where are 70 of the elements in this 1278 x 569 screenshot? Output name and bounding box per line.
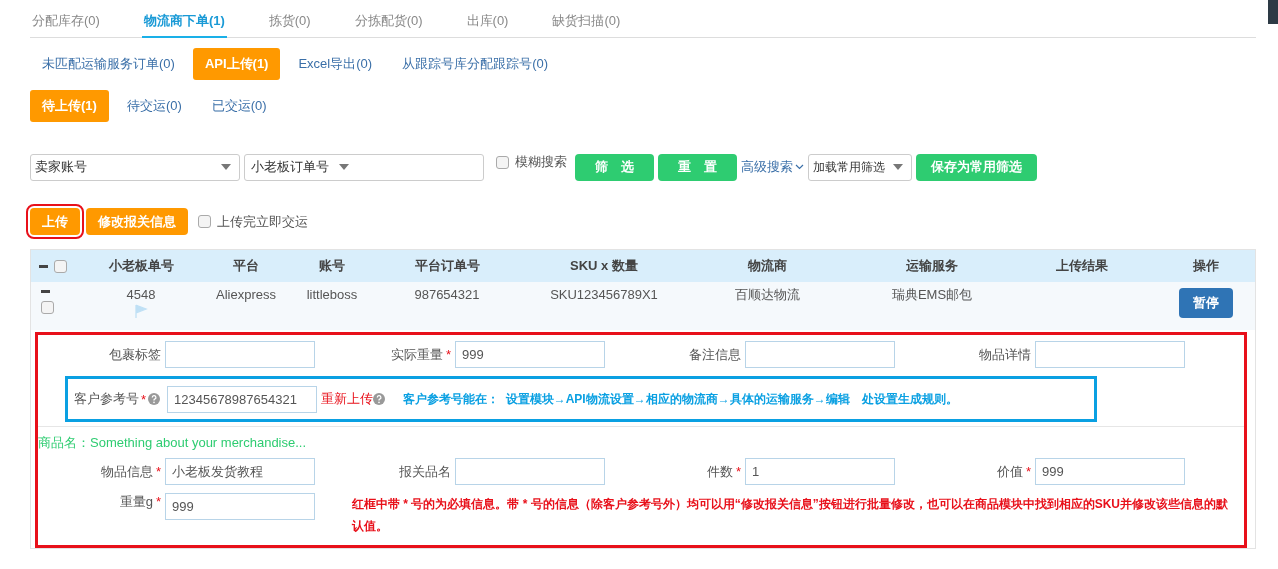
field-label: 备注信息 (688, 345, 742, 364)
input-field[interactable]: 12345678987654321 (167, 385, 317, 413)
tab[interactable]: 物流商下单(1) (141, 12, 227, 38)
column-header: 平台订单号 (413, 257, 481, 275)
help-icon[interactable] (373, 393, 385, 405)
column-header: 平台 (232, 257, 260, 275)
checkbox-label: 模糊搜索 (515, 153, 567, 171)
tab[interactable]: 分拣配货(0) (352, 12, 425, 38)
help-icon[interactable] (148, 393, 160, 405)
tab[interactable]: 未匹配运输服务订单(0) (30, 48, 187, 80)
flag-icon[interactable] (134, 304, 148, 318)
tab[interactable]: 分配库存(0) (30, 12, 102, 38)
caret-icon (893, 164, 903, 170)
column-header: 小老板单号 (107, 257, 175, 275)
checkbox[interactable] (496, 155, 509, 169)
account-select[interactable]: 卖家账号 (30, 153, 240, 181)
table-cell-text: 4548 (125, 286, 157, 304)
column-header: 账号 (318, 257, 346, 275)
product-name: 商品名：Something about your merchandise... (38, 434, 308, 452)
chevron-down-icon (795, 164, 804, 170)
input-field[interactable] (165, 341, 315, 368)
field-label: 件数 * (705, 462, 742, 481)
column-header: SKU x 数量 (569, 257, 639, 275)
tab[interactable]: 拣货(0) (266, 12, 313, 38)
tab[interactable]: 缺货扫描(0) (550, 12, 623, 38)
input-field[interactable] (745, 341, 895, 368)
checkbox[interactable] (198, 215, 211, 228)
field-label: 重量g * (118, 493, 162, 511)
column-header: 运输服务 (905, 257, 959, 275)
tab[interactable]: 已交运(0) (199, 90, 279, 122)
column-header: 操作 (1192, 257, 1220, 275)
input-field[interactable]: 999 (455, 341, 605, 368)
column-header: 物流商 (746, 257, 788, 275)
table-cell-text: 瑞典EMS邮包 (890, 286, 974, 304)
table-cell-text: 百顺达物流 (733, 286, 801, 304)
field-label: 价值 * (995, 462, 1032, 481)
note-text: 红框中带 * 号的为必填信息。带 * 号的信息（除客户参考号外）均可以用“修改报关信息”按钮进行批量修改，也可以在商品模块中找到相应的SKU并修改该些信息的默认值。 (350, 496, 1229, 535)
caret-icon (221, 164, 231, 170)
hint-text: 客户参考号能在： 设置模块→API物流设置→相应的物流商→具体的运输服务→编辑 处设置生成规则。 (403, 390, 958, 408)
table-cell-text: Aliexpress (215, 286, 277, 304)
checkbox[interactable] (41, 301, 54, 314)
column-header: 上传结果 (1055, 257, 1109, 275)
checkbox-label: 上传完立即交运 (217, 212, 308, 231)
tab[interactable]: 待交运(0) (114, 90, 194, 122)
field-label: 客户参考号* (68, 390, 162, 408)
table-cell-text: SKU123456789X1 (549, 286, 659, 304)
tab[interactable]: 从跟踪号库分配跟踪号(0) (390, 48, 561, 80)
input-field[interactable]: 小老板发货教程 (165, 458, 315, 485)
checkbox[interactable] (54, 259, 67, 273)
reupload-link[interactable]: 重新上传 (321, 390, 373, 408)
advanced-search-link[interactable]: 高级搜索 (741, 158, 804, 176)
table-cell-text: littleboss (305, 286, 359, 304)
table-cell-text: 987654321 (413, 286, 481, 304)
tab[interactable]: 出库(0) (464, 12, 511, 38)
input-field[interactable]: 1 (745, 458, 895, 485)
field-label: 物品信息 * (99, 462, 162, 481)
input-field[interactable] (455, 458, 605, 485)
field-label: 实际重量 * (389, 345, 452, 364)
collapse-icon[interactable] (39, 264, 48, 268)
input-field[interactable]: 999 (165, 493, 315, 520)
saved-filter-select[interactable]: 加载常用筛选 (808, 153, 912, 181)
order-search-field[interactable]: 小老板订单号 (244, 153, 484, 181)
input-field[interactable]: 999 (1035, 458, 1185, 485)
field-label: 报关品名 (398, 462, 452, 481)
pause-button[interactable]: 暂停 (1179, 288, 1233, 318)
field-label: 物品详情 (978, 345, 1032, 364)
tab[interactable]: Excel导出(0) (286, 48, 385, 80)
caret-icon (339, 164, 349, 170)
input-field[interactable] (1035, 341, 1185, 368)
field-label: 包裹标签 (108, 345, 162, 364)
